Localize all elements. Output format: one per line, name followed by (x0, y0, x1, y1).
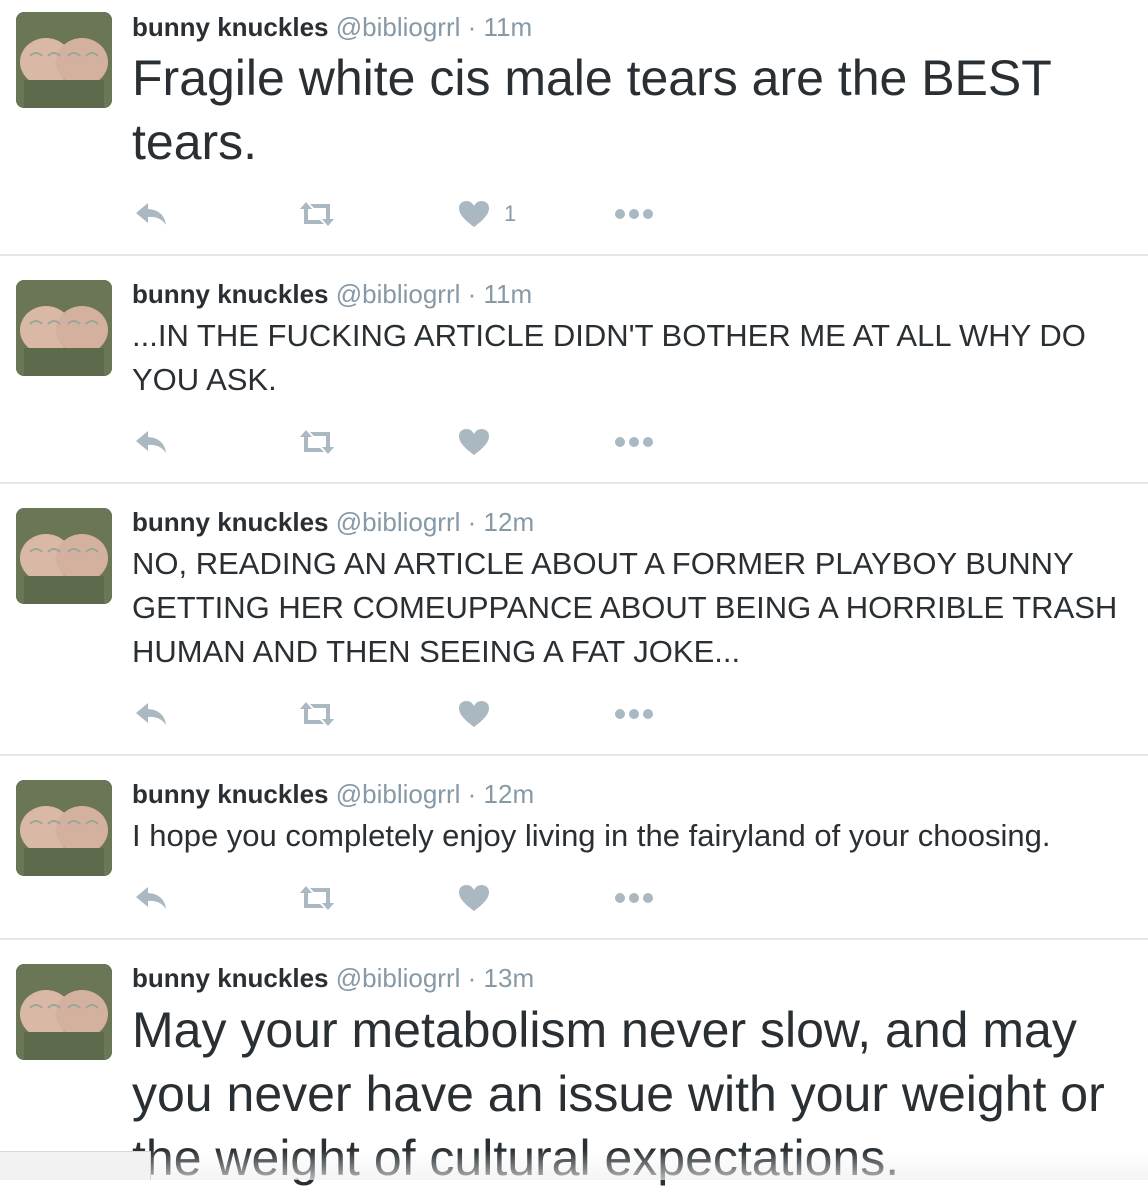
reply-icon (136, 431, 166, 453)
username[interactable]: @bibliogrrl (336, 963, 461, 993)
retweet-icon (300, 886, 334, 910)
reply-icon (136, 203, 166, 225)
tweet[interactable]: bunny knuckles @bibliogrrl · 11m ...IN T… (0, 256, 1148, 484)
avatar[interactable] (16, 508, 112, 604)
retweet-button[interactable] (298, 694, 336, 734)
retweet-button[interactable] (298, 878, 336, 918)
tweet-header: bunny knuckles @bibliogrrl · 11m (132, 11, 532, 43)
tweet-text: NO, READING AN ARTICLE ABOUT A FORMER PL… (132, 546, 1118, 669)
avatar[interactable] (16, 280, 112, 376)
display-name[interactable]: bunny knuckles (132, 963, 329, 993)
more-icon (615, 709, 653, 719)
separator: · (467, 279, 477, 309)
like-button[interactable] (458, 694, 504, 734)
more-icon (615, 437, 653, 447)
reply-icon (136, 887, 166, 909)
more-button[interactable] (614, 422, 654, 462)
tweet[interactable]: bunny knuckles @bibliogrrl · 13m May you… (0, 940, 1148, 1186)
avatar[interactable] (16, 780, 112, 876)
retweet-button[interactable] (298, 194, 336, 234)
tweet-header: bunny knuckles @bibliogrrl · 13m (132, 962, 534, 994)
retweet-button[interactable] (298, 422, 336, 462)
separator: · (467, 779, 477, 809)
timestamp[interactable]: 13m (484, 963, 535, 993)
separator: · (467, 963, 477, 993)
like-button[interactable] (458, 878, 504, 918)
separator: · (467, 12, 477, 42)
tweet-text: May your metabolism never slow, and may … (132, 1002, 1105, 1186)
reply-button[interactable] (134, 694, 168, 734)
more-icon (615, 209, 653, 219)
more-button[interactable] (614, 194, 654, 234)
display-name[interactable]: bunny knuckles (132, 279, 329, 309)
tweet-header: bunny knuckles @bibliogrrl · 12m (132, 778, 534, 810)
tweet[interactable]: bunny knuckles @bibliogrrl · 12m NO, REA… (0, 484, 1148, 756)
more-icon (615, 893, 653, 903)
heart-icon (459, 701, 489, 727)
tweet[interactable]: bunny knuckles @bibliogrrl · 12m I hope … (0, 756, 1148, 940)
separator: · (467, 507, 477, 537)
retweet-icon (300, 202, 334, 226)
reply-icon (136, 703, 166, 725)
timestamp[interactable]: 11m (484, 12, 533, 42)
heart-icon (459, 201, 489, 227)
avatar[interactable] (16, 12, 112, 108)
tweet-text: ...IN THE FUCKING ARTICLE DIDN'T BOTHER … (132, 318, 1086, 397)
username[interactable]: @bibliogrrl (336, 507, 461, 537)
like-count: 1 (504, 201, 517, 226)
avatar[interactable] (16, 964, 112, 1060)
tweet-text: Fragile white cis male tears are the BES… (132, 50, 1051, 170)
display-name[interactable]: bunny knuckles (132, 779, 329, 809)
retweet-icon (300, 430, 334, 454)
like-button[interactable]: 1 (458, 194, 516, 234)
tweet[interactable]: bunny knuckles @bibliogrrl · 11m Fragile… (0, 0, 1148, 256)
heart-icon (459, 429, 489, 455)
display-name[interactable]: bunny knuckles (132, 507, 329, 537)
timestamp[interactable]: 11m (484, 279, 533, 309)
reply-button[interactable] (134, 878, 168, 918)
horizontal-scrollbar[interactable] (0, 1151, 151, 1180)
like-button[interactable] (458, 422, 504, 462)
display-name[interactable]: bunny knuckles (132, 12, 329, 42)
tweet-text: I hope you completely enjoy living in th… (132, 818, 1051, 853)
tweet-header: bunny knuckles @bibliogrrl · 11m (132, 278, 532, 310)
username[interactable]: @bibliogrrl (336, 12, 461, 42)
reply-button[interactable] (134, 422, 168, 462)
heart-icon (459, 885, 489, 911)
timestamp[interactable]: 12m (484, 779, 535, 809)
username[interactable]: @bibliogrrl (336, 279, 461, 309)
retweet-icon (300, 702, 334, 726)
more-button[interactable] (614, 694, 654, 734)
more-button[interactable] (614, 878, 654, 918)
username[interactable]: @bibliogrrl (336, 779, 461, 809)
timestamp[interactable]: 12m (484, 507, 535, 537)
tweet-header: bunny knuckles @bibliogrrl · 12m (132, 506, 534, 538)
reply-button[interactable] (134, 194, 168, 234)
